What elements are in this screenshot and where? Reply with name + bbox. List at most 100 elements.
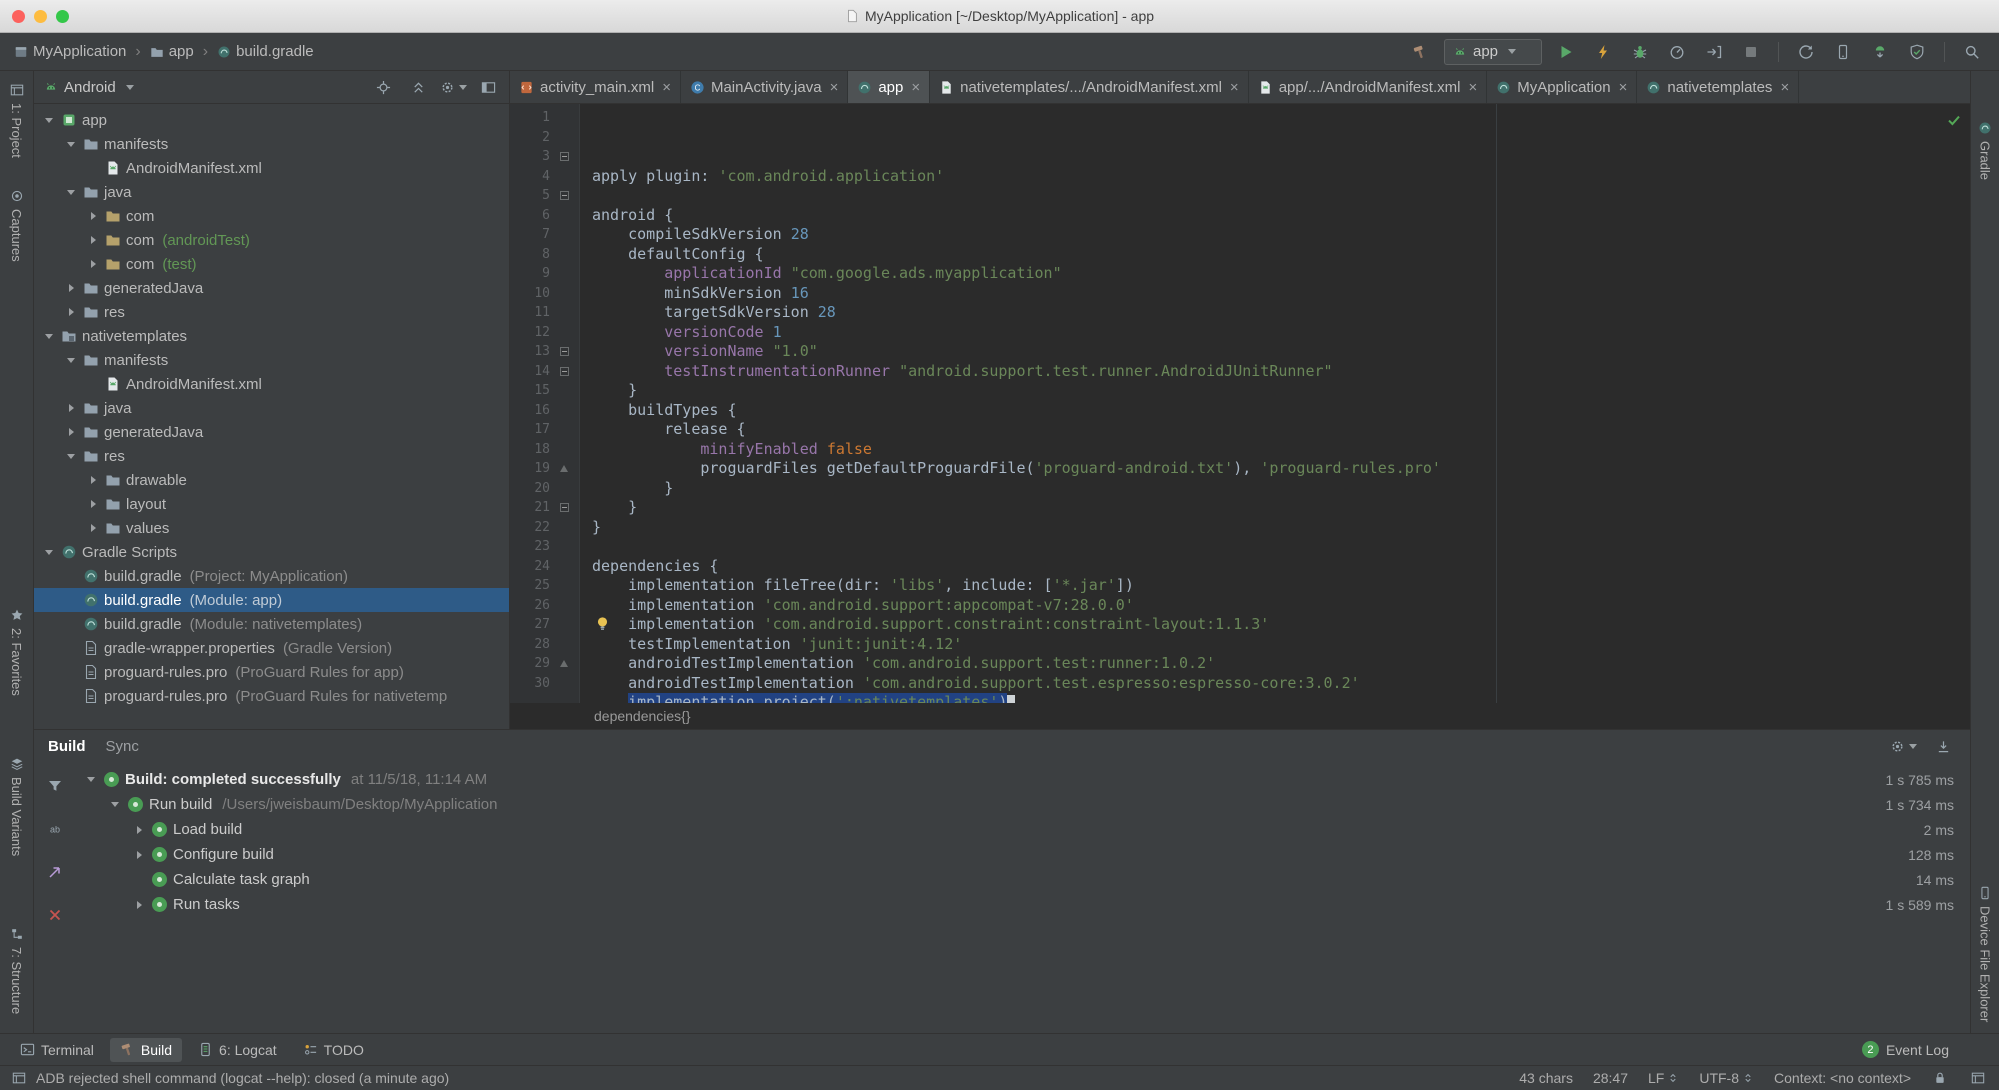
tree-row[interactable]: res [34, 444, 509, 468]
code-line[interactable]: minSdkVersion 16 [592, 284, 1970, 304]
locate-button[interactable] [372, 76, 394, 98]
chevron-right-icon[interactable] [132, 848, 146, 862]
chevron-right-icon[interactable] [86, 257, 100, 271]
filter-button[interactable] [42, 773, 68, 799]
intention-bulb-icon[interactable] [594, 615, 611, 632]
tab-app-manifest[interactable]: app/.../AndroidManifest.xml × [1249, 71, 1488, 103]
toolwindow-todo-button[interactable]: TODO [293, 1038, 374, 1062]
lint-check-button[interactable] [1904, 39, 1930, 65]
toolwindow-switcher-icon[interactable] [12, 1071, 26, 1085]
code-line[interactable]: android { [592, 206, 1970, 226]
code-line[interactable]: } [592, 498, 1970, 518]
code-line[interactable]: compileSdkVersion 28 [592, 225, 1970, 245]
toolwindow-device-file-explorer-button[interactable]: Device File Explorer [1971, 886, 1999, 1022]
zoom-window-button[interactable] [56, 9, 69, 23]
breadcrumb-item[interactable]: build.gradle [217, 43, 314, 60]
fold-marker[interactable] [550, 152, 578, 162]
line-ending-select[interactable]: LF [1648, 1070, 1679, 1086]
close-icon[interactable]: × [911, 79, 920, 96]
chevron-right-icon[interactable] [86, 473, 100, 487]
avd-manager-button[interactable] [1830, 39, 1856, 65]
chevron-down-icon[interactable] [42, 545, 56, 559]
apply-changes-button[interactable] [1590, 39, 1616, 65]
tree-row[interactable]: values [34, 516, 509, 540]
toolwindow-toggle-button[interactable] [1969, 1069, 1987, 1087]
tab-nativetemplates-gradle[interactable]: nativetemplates × [1637, 71, 1800, 103]
tree-row[interactable]: build.gradle (Module: app) [34, 588, 509, 612]
tree-row[interactable]: com (androidTest) [34, 228, 509, 252]
build-row[interactable]: Run build/Users/jweisbaum/Desktop/MyAppl… [76, 792, 1970, 817]
minimize-panel-button[interactable] [1930, 734, 1956, 760]
build-row[interactable]: Run tasks 1 s 589 ms [76, 892, 1970, 917]
chevron-down-icon[interactable] [64, 449, 78, 463]
code-line[interactable]: buildTypes { [592, 401, 1970, 421]
code-line[interactable]: dependencies { [592, 557, 1970, 577]
tree-row[interactable]: build.gradle (Project: MyApplication) [34, 564, 509, 588]
chevron-down-icon[interactable] [64, 353, 78, 367]
chevron-down-icon[interactable] [42, 113, 56, 127]
chevron-right-icon[interactable] [86, 497, 100, 511]
project-view-select[interactable]: Android [64, 79, 116, 96]
tree-row[interactable]: manifests [34, 348, 509, 372]
chevron-down-icon[interactable] [64, 185, 78, 199]
fold-marker[interactable] [550, 660, 578, 668]
editor-breadcrumb[interactable]: dependencies{} [510, 703, 1970, 729]
code-line[interactable]: implementation project(':nativetemplates… [592, 693, 1970, 703]
chevron-right-icon[interactable] [86, 209, 100, 223]
tree-row[interactable]: java [34, 396, 509, 420]
tree-row[interactable]: AndroidManifest.xml [34, 372, 509, 396]
code-line[interactable]: } [592, 518, 1970, 538]
build-row[interactable]: Build: completed successfully at 11/5/18,… [76, 767, 1970, 792]
code-line[interactable]: defaultConfig { [592, 245, 1970, 265]
readonly-lock-button[interactable] [1931, 1069, 1949, 1087]
build-project-button[interactable] [1407, 39, 1433, 65]
code-line[interactable]: implementation 'com.android.support:appc… [592, 596, 1970, 616]
run-configuration-select[interactable]: app [1444, 38, 1542, 65]
code-line[interactable]: release { [592, 420, 1970, 440]
chevron-right-icon[interactable] [132, 823, 146, 837]
chevron-down-icon[interactable] [64, 137, 78, 151]
build-row[interactable]: Configure build 128 ms [76, 842, 1970, 867]
text-filter-button[interactable]: ab [42, 816, 68, 842]
tree-row[interactable]: com (test) [34, 252, 509, 276]
tree-row[interactable]: res [34, 300, 509, 324]
code-line[interactable]: } [592, 479, 1970, 499]
chevron-right-icon[interactable] [86, 233, 100, 247]
code-line[interactable]: versionName "1.0" [592, 342, 1970, 362]
tree-row[interactable]: manifests [34, 132, 509, 156]
toolwindow-logcat-button[interactable]: 6: Logcat [188, 1038, 287, 1062]
run-button[interactable] [1553, 39, 1579, 65]
tree-row[interactable]: java [34, 180, 509, 204]
toolwindow-gradle-button[interactable]: Gradle [1971, 121, 1999, 180]
chevron-right-icon[interactable] [64, 305, 78, 319]
toolwindow-build-variants-button[interactable]: Build Variants [0, 757, 33, 856]
tab-activity-main[interactable]: activity_main.xml × [510, 71, 681, 103]
fold-marker[interactable] [550, 347, 578, 357]
jump-to-source-button[interactable] [42, 859, 68, 885]
build-row[interactable]: Load build 2 ms [76, 817, 1970, 842]
tree-row[interactable]: layout [34, 492, 509, 516]
toolwindow-structure-button[interactable]: 7: Structure [0, 927, 33, 1014]
fold-marker[interactable] [550, 503, 578, 513]
settings-button[interactable] [441, 76, 467, 98]
chevron-down-icon[interactable] [108, 798, 122, 812]
code-line[interactable]: testImplementation 'junit:junit:4.12' [592, 635, 1970, 655]
editor[interactable]: 1 2 3 4 5 6 7 8 9 10 11 12 13 14 15 16 17 18 19 20 21 22 23 24 2… [510, 104, 1970, 703]
close-window-button[interactable] [12, 9, 25, 23]
fold-marker[interactable] [550, 366, 578, 376]
code-line[interactable]: proguardFiles getDefaultProguardFile('pr… [592, 459, 1970, 479]
code-line[interactable]: testInstrumentationRunner "android.suppo… [592, 362, 1970, 382]
toolwindow-build-button[interactable]: Build [109, 1037, 183, 1062]
code-line[interactable]: apply plugin: 'com.android.application' [592, 167, 1970, 187]
caret-position[interactable]: 28:47 [1593, 1070, 1628, 1086]
code-area[interactable]: apply plugin: 'com.android.application' a… [580, 104, 1970, 703]
code-line[interactable]: androidTestImplementation 'com.android.s… [592, 674, 1970, 694]
chevron-right-icon[interactable] [132, 898, 146, 912]
tree-row[interactable]: Gradle Scripts [34, 540, 509, 564]
code-line[interactable]: } [592, 381, 1970, 401]
tree-row[interactable]: nativetemplates [34, 324, 509, 348]
fold-marker[interactable] [550, 191, 578, 201]
chevron-right-icon[interactable] [86, 521, 100, 535]
chevron-right-icon[interactable] [64, 281, 78, 295]
code-line[interactable]: minifyEnabled false [592, 440, 1970, 460]
